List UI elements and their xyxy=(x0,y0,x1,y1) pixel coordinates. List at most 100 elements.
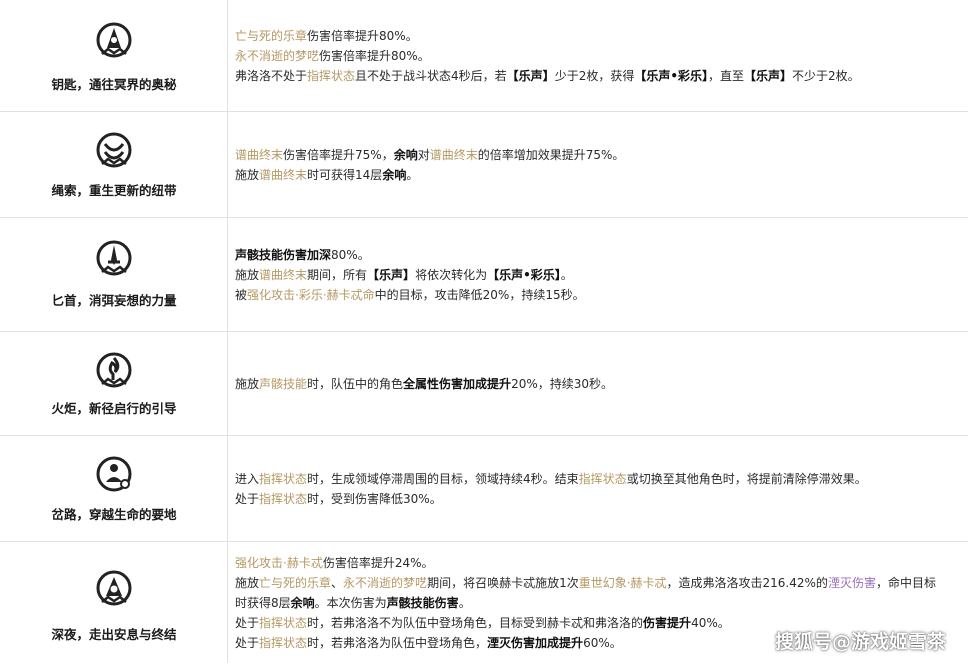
sequence-title: 深夜，走出安息与终结 xyxy=(51,627,177,642)
desc-text: 处于 xyxy=(235,615,260,630)
desc-text: 。 xyxy=(560,267,573,282)
desc-text: 施放 xyxy=(235,267,260,282)
skill-term: 指挥状态 xyxy=(259,635,308,650)
desc-text: 、 xyxy=(331,575,344,590)
desc-line: 进入指挥状态时，生成领域停滞周围的目标，领域持续4秒。结束指挥状态或切换至其他角… xyxy=(235,469,960,489)
desc-line: 时获得8层余响。本次伤害为声骸技能伤害。 xyxy=(235,593,960,613)
sequence-desc: 亡与死的乐章伤害倍率提升80%。 永不消逝的梦呓伤害倍率提升80%。 弗洛洛不处于指… xyxy=(235,0,960,111)
skill-term: 指挥状态 xyxy=(259,491,308,506)
skill-term: 强化攻击·赫卡忒 xyxy=(235,555,323,570)
sequence-title: 岔路，穿越生命的要地 xyxy=(51,507,177,522)
table-row: 岔路，穿越生命的要地 进入指挥状态时，生成领域停滞周围的目标，领域持续4秒。结束… xyxy=(0,436,968,542)
skill-term: 永不消逝的梦呓 xyxy=(343,575,428,590)
sequence-name-cell: 岔路，穿越生命的要地 xyxy=(0,436,228,541)
skill-term: 指挥状态 xyxy=(578,471,627,486)
desc-text: 。 xyxy=(458,595,471,610)
desc-text: 。 xyxy=(406,167,419,182)
sequence-name-cell: 绳索，重生更新的纽带 xyxy=(0,112,228,217)
desc-text: 期间，将召唤赫卡忒施放1次 xyxy=(427,575,579,590)
table-row: 火炬，新径启行的引导 施放声骸技能时，队伍中的角色全属性伤害加成提升20%，持续… xyxy=(0,332,968,436)
desc-line: 永不消逝的梦呓伤害倍率提升80%。 xyxy=(235,46,960,66)
sequence-name-cell: 深夜，走出安息与终结 xyxy=(0,542,228,663)
desc-text: 时，受到伤害降低30%。 xyxy=(307,491,442,506)
desc-line: 施放谱曲终末期间，所有【乐声】将依次转化为【乐声•彩乐】。 xyxy=(235,265,960,285)
sequence-name-cell: 火炬，新径启行的引导 xyxy=(0,332,228,435)
skill-term: 亡与死的乐章 xyxy=(259,575,332,590)
sequence-desc: 进入指挥状态时，生成领域停滞周围的目标，领域持续4秒。结束指挥状态或切换至其他角… xyxy=(235,436,960,541)
desc-text: 伤害倍率提升80%。 xyxy=(307,28,418,43)
desc-text: 少于2枚，获得 xyxy=(554,68,635,83)
bold-term: 【乐声•彩乐】 xyxy=(634,68,708,83)
crossroad-sigil-icon xyxy=(96,456,131,492)
torch-sigil-icon xyxy=(96,352,131,388)
skill-term: 谱曲终末 xyxy=(235,147,284,162)
sequence-desc: 谱曲终末伤害倍率提升75%，余响对谱曲终末的倍率增加效果提升75%。 施放谱曲终末… xyxy=(235,112,960,217)
skill-term: 重世幻象·赫卡忒 xyxy=(578,575,667,590)
bold-term: 【乐声】 xyxy=(744,68,793,83)
desc-text: 60%。 xyxy=(583,635,622,650)
sequence-title: 钥匙，通往冥界的奥秘 xyxy=(51,77,177,92)
rope-sigil-icon xyxy=(96,132,131,168)
desc-text: 时，生成领域停滞周围的目标，领域持续4秒。结束 xyxy=(307,471,579,486)
skill-term: 声骸技能 xyxy=(259,376,308,391)
desc-text: 伤害倍率提升24%。 xyxy=(322,555,434,570)
bold-term: 【乐声】 xyxy=(367,267,416,282)
desc-text: 时，队伍中的角色 xyxy=(307,376,404,391)
bold-term: 全属性伤害加成提升 xyxy=(403,376,512,391)
damage-type-term: 湮灭伤害 xyxy=(827,575,876,590)
desc-text: 20%，持续30秒。 xyxy=(511,376,614,391)
sequence-desc: 声骸技能伤害加深80%。 施放谱曲终末期间，所有【乐声】将依次转化为【乐声•彩乐】… xyxy=(235,218,960,331)
desc-line: 亡与死的乐章伤害倍率提升80%。 xyxy=(235,26,960,46)
sequence-title: 绳索，重生更新的纽带 xyxy=(51,183,177,198)
sequence-name-cell: 钥匙，通往冥界的奥秘 xyxy=(0,0,228,111)
bold-term: 声骸技能伤害 xyxy=(386,595,459,610)
skill-term: 指挥状态 xyxy=(307,68,356,83)
skill-term: 谱曲终末 xyxy=(259,267,308,282)
desc-text: ，命中目标 xyxy=(875,575,936,590)
desc-text: 时，若弗洛洛不为队伍中登场角色，目标受到赫卡忒和弗洛洛的 xyxy=(307,615,644,630)
table-row: 匕首，消弭妄想的力量 声骸技能伤害加深80%。 施放谱曲终末期间，所有【乐声】将依… xyxy=(0,218,968,332)
sequence-name-cell: 匕首，消弭妄想的力量 xyxy=(0,218,228,331)
desc-text: 。本次伤害为 xyxy=(314,595,387,610)
dagger-sigil-icon xyxy=(96,240,131,276)
bold-term: 余响 xyxy=(382,167,407,182)
desc-text: 期间，所有 xyxy=(307,267,368,282)
skill-term: 永不消逝的梦呓 xyxy=(235,48,320,63)
bold-term: 余响 xyxy=(290,595,315,610)
skill-term: 强化攻击·彩乐·赫卡忒命 xyxy=(247,287,375,302)
desc-text: 处于 xyxy=(235,491,260,506)
desc-text: 80%。 xyxy=(331,247,370,262)
desc-text: 40%。 xyxy=(691,615,730,630)
desc-text: 施放 xyxy=(235,167,260,182)
skill-term: 谱曲终末 xyxy=(259,167,308,182)
sequence-desc: 施放声骸技能时，队伍中的角色全属性伤害加成提升20%，持续30秒。 xyxy=(235,332,960,435)
desc-text: ，直至 xyxy=(708,68,745,83)
desc-text: 伤害倍率提升75%， xyxy=(283,147,394,162)
watermark: 搜狐号@游戏姬雪茶 xyxy=(774,631,946,653)
desc-text: 处于 xyxy=(235,635,260,650)
desc-line: 施放亡与死的乐章、永不消逝的梦呓期间，将召唤赫卡忒施放1次重世幻象·赫卡忒，造成… xyxy=(235,573,960,593)
bold-term: 【乐声•彩乐】 xyxy=(487,267,561,282)
sequence-title: 火炬，新径启行的引导 xyxy=(51,401,177,416)
desc-line: 强化攻击·赫卡忒伤害倍率提升24%。 xyxy=(235,553,960,573)
desc-text: 时，若弗洛洛为队伍中登场角色， xyxy=(307,635,488,650)
table-row: 绳索，重生更新的纽带 谱曲终末伤害倍率提升75%，余响对谱曲终末的倍率增加效果提… xyxy=(0,112,968,218)
desc-line: 施放声骸技能时，队伍中的角色全属性伤害加成提升20%，持续30秒。 xyxy=(235,374,960,394)
desc-text: 施放 xyxy=(235,575,260,590)
desc-text: 或切换至其他角色时，将提前清除停滞效果。 xyxy=(626,471,867,486)
desc-text: 伤害倍率提升80%。 xyxy=(319,48,430,63)
skill-term: 谱曲终末 xyxy=(429,147,478,162)
desc-text: 的倍率增加效果提升75%。 xyxy=(477,147,625,162)
desc-line: 被强化攻击·彩乐·赫卡忒命中的目标，攻击降低20%，持续15秒。 xyxy=(235,285,960,305)
desc-line: 施放谱曲终末时可获得14层余响。 xyxy=(235,165,960,185)
desc-text: 对 xyxy=(417,147,430,162)
bold-term: 【乐声】 xyxy=(506,68,555,83)
bold-term: 余响 xyxy=(393,147,418,162)
desc-text: 时可获得14层 xyxy=(307,167,383,182)
skill-term: 指挥状态 xyxy=(259,471,308,486)
desc-text: 被 xyxy=(235,287,248,302)
desc-text: 进入 xyxy=(235,471,260,486)
desc-text: ，造成弗洛洛攻击216.42%的 xyxy=(666,575,828,590)
desc-line: 处于指挥状态时，受到伤害降低30%。 xyxy=(235,489,960,509)
desc-line: 谱曲终末伤害倍率提升75%，余响对谱曲终末的倍率增加效果提升75%。 xyxy=(235,145,960,165)
